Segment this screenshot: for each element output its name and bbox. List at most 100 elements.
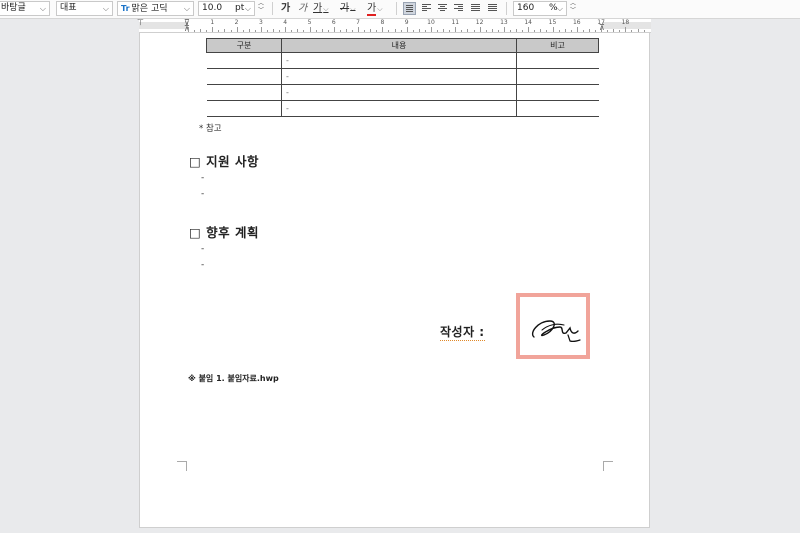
left-align-button[interactable] [420, 2, 433, 15]
ruler-number: 2 [234, 19, 239, 26]
align-divide-icon [488, 4, 497, 13]
table-cell[interactable] [516, 100, 599, 117]
list-item: - [201, 189, 205, 199]
ruler-number: 14 [524, 19, 533, 26]
right-align-button[interactable] [452, 2, 465, 15]
table-header-remarks[interactable]: 비고 [516, 38, 599, 53]
font-color-button[interactable]: 가⌵ [367, 1, 383, 16]
signature-box[interactable] [516, 293, 590, 359]
chevron-down-icon: ⌵ [39, 4, 46, 13]
list-item: - [201, 244, 205, 254]
chevron-down-icon[interactable]: ﹀ [257, 7, 265, 14]
chevron-up-icon[interactable]: ︿ [569, 0, 577, 7]
document-page[interactable]: 구분 내용 비고 - - - - * 참고 □ 지원 사항 - - □ 향후 계… [139, 32, 650, 528]
table-header-content[interactable]: 내용 [281, 38, 517, 53]
table-row: - [206, 68, 599, 85]
table-row: - [206, 52, 599, 69]
font-size-unit: pt [235, 3, 245, 13]
table-cell[interactable]: - [281, 68, 517, 85]
formatting-toolbar: 바탕글 ⌵ 대표 ⌵ Tr 맑은 고딕 ⌵ 10.0 pt ⌵ ︿ ﹀ 가 가 가… [0, 0, 800, 19]
toolbar-divider [272, 2, 273, 15]
font-select-value: 맑은 고딕 [131, 4, 168, 14]
ruler-number: 8 [380, 19, 385, 26]
chevron-down-icon: ⌵ [244, 4, 251, 13]
ruler-number: 1 [210, 19, 215, 26]
zoom-value: 160 [517, 3, 535, 13]
ruler-number: 17 [597, 19, 605, 26]
italic-button[interactable]: 가 [298, 1, 307, 16]
style-select[interactable]: 바탕글 ⌵ [0, 1, 50, 16]
ruler-number: 15 [548, 19, 557, 26]
author-line: 작성자 : [440, 323, 485, 341]
list-item: - [201, 260, 205, 270]
chevron-down-icon[interactable]: ﹀ [569, 7, 577, 14]
ruler-number: 4 [283, 19, 288, 26]
style-select-value: 바탕글 [1, 3, 26, 13]
ruler-number: 12 [475, 19, 484, 26]
table-cell[interactable] [206, 84, 282, 101]
distribute-align-button[interactable] [469, 2, 482, 15]
table-cell[interactable] [206, 52, 282, 69]
italic-label: 가 [298, 3, 308, 14]
table-row: - [206, 100, 599, 117]
underline-button[interactable]: 가⌵ [313, 1, 329, 16]
language-select[interactable]: 대표 ⌵ [56, 1, 113, 16]
bold-button[interactable]: 가 [281, 1, 290, 16]
ruler-number: 11 [451, 19, 460, 26]
checkbox-square-marker: □ [189, 154, 202, 169]
table-cell[interactable]: - [281, 100, 517, 117]
margin-corner-guide [177, 461, 187, 471]
chevron-down-icon: ⌵ [350, 5, 356, 13]
font-color-label: 가 [367, 3, 377, 16]
table-row: - [206, 84, 599, 101]
table-cell[interactable]: - [281, 52, 517, 69]
margin-corner-guide [603, 461, 613, 471]
truetype-font-icon: Tr [121, 4, 130, 13]
horizontal-ruler[interactable]: ⊤ ⊽ ⊼ ⊼ 123456789101112131415161718 [137, 19, 651, 33]
center-align-button[interactable] [436, 2, 449, 15]
strikethrough-button[interactable]: 가⌵ [340, 1, 356, 16]
section-title: 지원 사항 [206, 154, 260, 169]
font-size-stepper[interactable]: ︿ ﹀ [257, 0, 265, 15]
ruler-number: 13 [500, 19, 508, 26]
zoom-stepper[interactable]: ︿ ﹀ [569, 0, 577, 15]
content-table: 구분 내용 비고 - - - - [206, 38, 599, 117]
align-center-icon [438, 4, 447, 13]
chevron-down-icon: ⌵ [183, 4, 190, 13]
divide-align-button[interactable] [486, 2, 499, 15]
font-size-input[interactable]: 10.0 pt ⌵ [198, 1, 255, 16]
chevron-down-icon: ⌵ [556, 4, 563, 13]
table-cell[interactable] [516, 68, 599, 85]
zoom-input[interactable]: 160 % ⌵ [513, 1, 567, 16]
author-label: 작성자 : [440, 325, 485, 341]
table-cell[interactable] [516, 84, 599, 101]
chevron-down-icon: ⌵ [102, 4, 109, 13]
table-cell[interactable] [206, 68, 282, 85]
table-cell[interactable]: - [281, 84, 517, 101]
table-cell[interactable] [206, 100, 282, 117]
table-cell[interactable] [516, 52, 599, 69]
font-size-value: 10.0 [202, 3, 223, 13]
checkbox-square-marker: □ [189, 225, 202, 240]
ruler-number: 18 [621, 19, 630, 26]
bold-label: 가 [281, 3, 291, 14]
align-left-icon [422, 4, 431, 13]
underline-label: 가 [313, 3, 323, 14]
toolbar-divider [396, 2, 397, 15]
attachment-line: ※ 붙임 1. 붙임자료.hwp [188, 374, 279, 383]
table-header-category[interactable]: 구분 [206, 38, 282, 53]
ruler-number: 10 [427, 19, 435, 26]
font-select[interactable]: Tr 맑은 고딕 ⌵ [117, 1, 194, 16]
section-title: 향후 계획 [206, 225, 260, 240]
chevron-up-icon[interactable]: ︿ [257, 0, 265, 7]
ruler-number: 6 [331, 19, 336, 26]
language-select-value: 대표 [60, 3, 77, 13]
ruler-number: 5 [307, 19, 312, 26]
first-line-indent-marker[interactable]: ⊤ [137, 19, 144, 27]
reference-note: * 참고 [199, 124, 222, 134]
ruler-number: 9 [404, 19, 409, 26]
list-item: - [201, 173, 205, 183]
ruler-number: 7 [356, 19, 361, 26]
section-heading-support: □ 지원 사항 [189, 151, 259, 170]
justify-align-button[interactable] [403, 2, 416, 15]
